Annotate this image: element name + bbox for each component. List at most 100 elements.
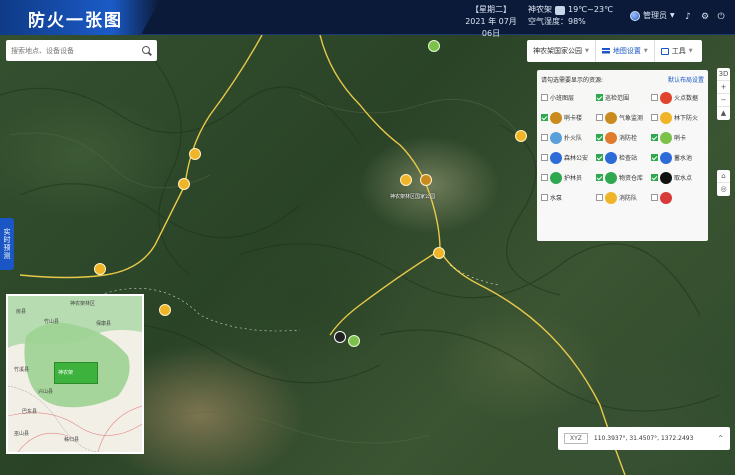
layer-label: 扑火队 [564,135,583,142]
layer-option[interactable]: 火点数据 [651,89,706,106]
map-settings-button[interactable]: 地图设置 ▼ [596,40,655,62]
chevron-down-icon: ▼ [585,48,589,54]
layer-option[interactable]: 取水点 [651,169,706,186]
layer-option[interactable]: 护林员 [541,169,596,186]
layer-option[interactable]: 物资仓库 [596,169,651,186]
tower-marker[interactable] [420,174,432,186]
layer-option[interactable]: 林下防火 [651,109,706,126]
tools-button[interactable]: 工具 ▼ [655,40,699,62]
coordinate-bar: XYZ 110.3937°, 31.4507°, 1372.2493 ⌃ [558,427,730,450]
zoom-out-button[interactable]: − [717,94,730,107]
bell-icon[interactable]: ♪ [682,11,694,23]
layer-checkbox[interactable] [541,174,548,181]
reset-layout-link[interactable]: 默认布局设置 [668,75,704,84]
chevron-down-icon: ▼ [688,48,693,54]
layer-label: 检查站 [619,155,638,162]
layer-option[interactable]: 哨卡 [651,129,706,146]
layer-label: 小班图层 [550,95,575,102]
fire-brigade-marker[interactable] [94,263,106,275]
user-name: 管理员 [643,11,667,20]
power-icon[interactable]: ⏻ [715,11,727,23]
layer-label: 消防队 [619,195,638,202]
layer-option[interactable]: 巡检范围 [596,89,651,106]
date-text: 2021 年 07月 06日 [465,17,517,38]
layer-label: 蓄水池 [674,155,693,162]
page-title: 防火一张图 [28,11,123,31]
overview-minimap[interactable]: 神农架 神农架林区 房县 竹山县 保康县 竹溪县 兴山县 巴东县 巫山县 秭归县 [6,294,144,454]
layer-option[interactable]: 消防队 [596,189,651,206]
layer-label: 护林员 [564,175,583,182]
location-selector[interactable]: 神农架国家公园 ▼ [527,40,596,62]
layer-label: 哨卡楼 [564,115,583,122]
user-menu[interactable]: 管理员 ▼ [630,10,675,21]
layer-option[interactable]: 检查站 [596,149,651,166]
layer-checkbox[interactable] [541,134,548,141]
minimap-label: 巫山县 [14,431,30,437]
fire-brigade-marker[interactable] [433,247,445,259]
realtime-forecast-tab[interactable]: 实时预测 [0,218,14,270]
layer-checkbox[interactable] [596,94,603,101]
date-display: 【星期二】 2021 年 07月 06日 [462,4,520,40]
layer-label: 哨卡 [674,135,687,142]
weekday-text: 【星期二】 [471,5,511,14]
layer-panel-prompt: 请勾选需要显示的资源: [541,76,604,84]
location-label: 神农架国家公园 [533,47,582,55]
checkpoint-marker[interactable] [428,40,440,52]
fire-brigade-marker[interactable] [400,174,412,186]
layer-checkbox[interactable] [596,114,603,121]
layer-checkbox[interactable] [596,134,603,141]
layer-option[interactable]: 扑火队 [541,129,596,146]
temperature-text: 19℃~23℃ [568,5,614,14]
map-settings-label: 地图设置 [612,47,641,55]
zoom-in-button[interactable]: + [717,81,730,94]
gear-icon[interactable]: ⚙ [699,11,711,23]
layer-label: 取水点 [674,175,693,182]
locate-icon[interactable]: ◎ [717,183,730,196]
layer-checkbox[interactable] [541,94,548,101]
layer-checkbox[interactable] [541,114,548,121]
layer-option[interactable]: 气象监测 [596,109,651,126]
search-input[interactable] [11,46,136,55]
layer-checkbox[interactable] [651,174,658,181]
fire-brigade-marker[interactable] [178,178,190,190]
weather-display: 神农架 19℃~23℃ 空气湿度：98% [528,4,613,28]
checkpoint-marker[interactable] [348,335,360,347]
layer-label: 火点数据 [674,95,699,102]
layer-option[interactable]: 水泵 [541,189,596,206]
layer-checkbox[interactable] [651,194,658,201]
layer-checkbox[interactable] [596,154,603,161]
coord-system-selector[interactable]: XYZ [564,433,588,444]
hospital-icon [660,191,672,204]
layer-checkbox[interactable] [541,154,548,161]
layer-checkbox[interactable] [651,114,658,121]
inspection-icon [605,151,617,164]
fire-brigade-marker[interactable] [159,304,171,316]
layer-label: 林下防火 [674,115,699,122]
fire-brigade-marker[interactable] [515,130,527,142]
layer-checkbox[interactable] [596,194,603,201]
layer-option[interactable]: 森林公安 [541,149,596,166]
view-3d-button[interactable]: 3D [717,68,730,81]
water-point-marker[interactable] [334,331,346,343]
chevron-up-icon[interactable]: ⌃ [717,434,724,443]
user-avatar-icon [630,10,640,21]
ranger-icon [550,171,562,184]
home-icon[interactable]: ⌂ [717,170,730,183]
warehouse-icon [605,171,617,184]
layer-option[interactable]: 小班图层 [541,89,596,106]
layer-checkbox[interactable] [651,154,658,161]
layer-checkbox[interactable] [541,194,548,201]
fire-brigade-marker[interactable] [189,148,201,160]
layer-option[interactable]: 哨卡楼 [541,109,596,126]
layer-option[interactable]: 消防栓 [596,129,651,146]
minimap-label: 保康县 [96,321,112,327]
layer-checkbox[interactable] [596,174,603,181]
layer-checkbox[interactable] [651,94,658,101]
layer-checkbox[interactable] [651,134,658,141]
hydrant-icon [605,131,617,144]
layer-label: 消防栓 [619,135,638,142]
layer-option[interactable] [651,189,706,206]
compass-icon[interactable]: ▲ [717,107,730,120]
search-icon[interactable] [142,45,152,56]
layer-option[interactable]: 蓄水池 [651,149,706,166]
